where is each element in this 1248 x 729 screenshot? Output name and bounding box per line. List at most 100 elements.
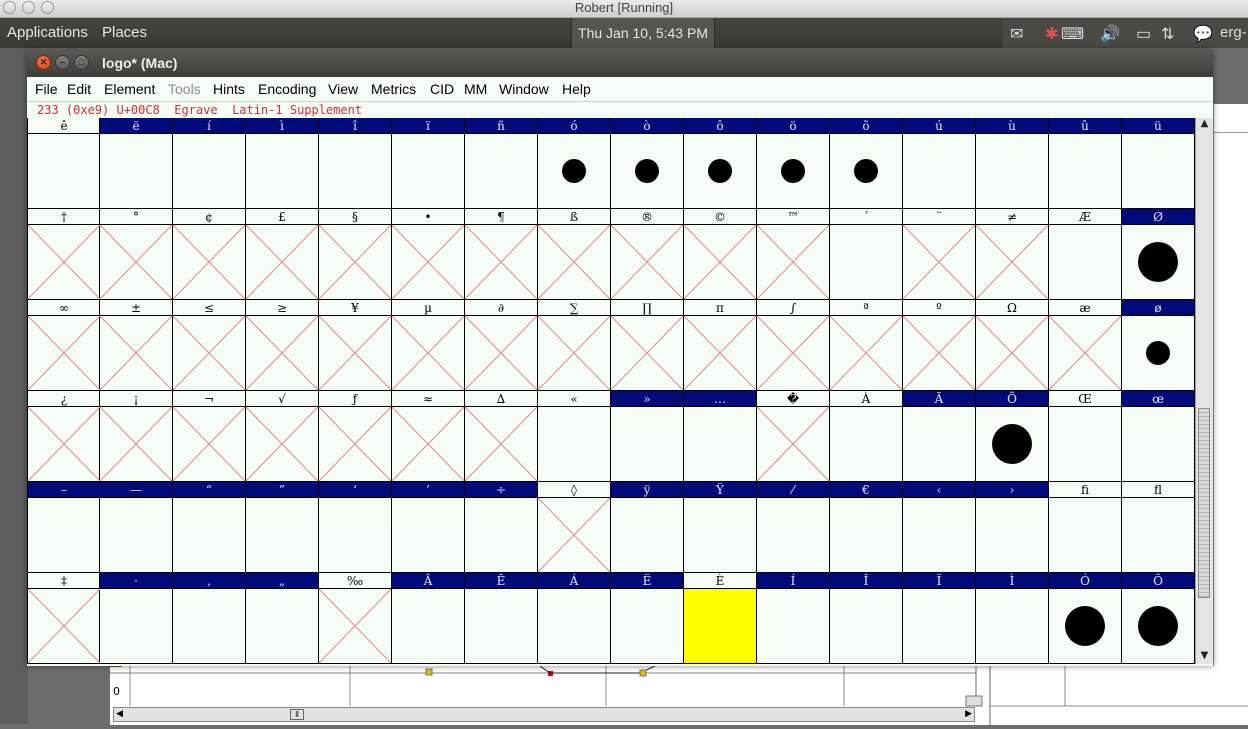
glyph-cell[interactable]: ƒ	[318, 391, 392, 482]
glyph-cell[interactable]: Æ	[1049, 209, 1122, 300]
glyph-cell[interactable]: •	[391, 209, 465, 300]
glyph-cell[interactable]: Â	[392, 573, 465, 664]
glyph-cell[interactable]: ∞	[27, 300, 101, 391]
glyph-cell[interactable]: í	[173, 118, 246, 209]
glyph-cell[interactable]: —	[100, 482, 173, 573]
glyph-cell[interactable]: ü	[1122, 118, 1195, 209]
scroll-up-arrow-icon[interactable]: ▲	[1197, 118, 1212, 132]
glyph-cell[interactable]: ø	[1122, 300, 1195, 391]
menu-view[interactable]: View	[328, 81, 358, 97]
glyph-cell[interactable]: Ó	[1049, 573, 1122, 664]
minimize-icon[interactable]: –	[55, 55, 70, 70]
glyph-cell[interactable]: Ω	[975, 300, 1049, 391]
glyph-cell[interactable]: °	[99, 209, 173, 300]
glyph-cell[interactable]: ∑	[537, 300, 611, 391]
glyph-cell[interactable]: ÿ	[611, 482, 684, 573]
glyph-cell[interactable]: Ÿ	[684, 482, 757, 573]
glyph-cell[interactable]: π	[683, 300, 757, 391]
glyph-cell[interactable]: ⁄	[757, 482, 830, 573]
glyph-cell[interactable]: ∏	[610, 300, 684, 391]
glyph-cell[interactable]: ª	[829, 300, 903, 391]
glyph-cell[interactable]: À	[830, 391, 903, 482]
glyph-cell[interactable]: Õ	[976, 391, 1049, 482]
glyph-cell[interactable]: ”	[246, 482, 319, 573]
glyph-cell[interactable]: û	[1049, 118, 1122, 209]
glyph-cell[interactable]: ≠	[975, 209, 1049, 300]
glyph-cell[interactable]: …	[684, 391, 757, 482]
panel-clock[interactable]: Thu Jan 10, 5:43 PM	[571, 18, 715, 48]
glyph-grid[interactable]: ê ë í ì î ï ñ ó ò ô ö õ ú ù û ü † ° ¢ £ § • ¶ ß ® © ™ ´ ¨ ≠ Æ Ø ∞ ± ≤ ≥ ¥ µ ∂ ∑…	[27, 118, 1195, 664]
glyph-cell[interactable]: Í	[757, 573, 830, 664]
battery-icon[interactable]: ▭	[1136, 24, 1151, 44]
volume-icon[interactable]: 🔊	[1100, 24, 1120, 44]
glyph-cell[interactable]: ◊	[537, 482, 611, 573]
glyph-cell[interactable]: ¡	[99, 391, 173, 482]
glyph-cell[interactable]: ‹	[903, 482, 976, 573]
glyph-cell[interactable]: ≥	[245, 300, 319, 391]
glyph-cell[interactable]: Ø	[1122, 209, 1195, 300]
glyph-cell[interactable]: ï	[392, 118, 465, 209]
glyph-cell[interactable]: ≈	[391, 391, 465, 482]
close-icon[interactable]: ✕	[36, 55, 51, 70]
glyph-cell[interactable]: €	[830, 482, 903, 573]
scroll-down-arrow-icon[interactable]: ▼	[1197, 650, 1212, 664]
background-horizontal-scrollbar[interactable]: ◀ ⫴ ▶	[113, 707, 975, 722]
host-zoom-button[interactable]	[41, 1, 54, 14]
glyph-cell[interactable]: ›	[976, 482, 1049, 573]
glyph-cell[interactable]: õ	[830, 118, 903, 209]
menu-mm[interactable]: MM	[464, 81, 487, 97]
glyph-cell[interactable]: ®	[610, 209, 684, 300]
menu-encoding[interactable]: Encoding	[258, 81, 316, 97]
glyph-cell[interactable]: Ï	[903, 573, 976, 664]
glyph-cell[interactable]: ÷	[465, 482, 538, 573]
glyph-cell[interactable]: √	[245, 391, 319, 482]
chat-icon[interactable]: 💬	[1193, 24, 1213, 44]
grid-vertical-scrollbar[interactable]: ▲ ▼	[1195, 118, 1213, 664]
glyph-cell[interactable]: Î	[830, 573, 903, 664]
glyph-cell[interactable]: ¬	[172, 391, 246, 482]
glyph-cell[interactable]: ﬁ	[1049, 482, 1122, 573]
glyph-cell[interactable]: Ì	[976, 573, 1049, 664]
glyph-cell[interactable]: ‡	[27, 573, 101, 664]
glyph-cell[interactable]: ö	[757, 118, 830, 209]
host-close-button[interactable]	[3, 1, 16, 14]
menu-edit[interactable]: Edit	[67, 81, 91, 97]
glyph-cell[interactable]: ¨	[902, 209, 976, 300]
menu-window[interactable]: Window	[499, 81, 549, 97]
glyph-cell[interactable]: º	[902, 300, 976, 391]
glyph-cell[interactable]: ﬂ	[1122, 482, 1195, 573]
glyph-cell[interactable]: ¶	[464, 209, 538, 300]
applications-menu[interactable]: Applications	[7, 24, 88, 41]
glyph-cell[interactable]: æ	[1048, 300, 1122, 391]
glyph-cell[interactable]: «	[538, 391, 611, 482]
glyph-cell[interactable]: –	[27, 482, 100, 573]
network-icon[interactable]: ⇅	[1161, 24, 1174, 44]
glyph-cell[interactable]: ‘	[319, 482, 392, 573]
glyph-cell[interactable]: ¢	[172, 209, 246, 300]
glyph-cell[interactable]: “	[173, 482, 246, 573]
glyph-cell[interactable]: ‚	[173, 573, 246, 664]
menu-help[interactable]: Help	[562, 81, 591, 97]
scroll-right-arrow-icon[interactable]: ▶	[965, 709, 972, 719]
glyph-cell[interactable]: ∂	[464, 300, 538, 391]
window-titlebar[interactable]: ✕ – □ logo* (Mac)	[27, 50, 1213, 77]
menu-hints[interactable]: Hints	[213, 81, 245, 97]
scroll-left-arrow-icon[interactable]: ◀	[116, 709, 123, 719]
glyph-cell[interactable]: È	[684, 573, 757, 664]
glyph-cell[interactable]: Ô	[1122, 573, 1195, 664]
glyph-cell[interactable]: ·	[100, 573, 173, 664]
glyph-cell[interactable]: ¥	[318, 300, 392, 391]
glyph-cell[interactable]: ≤	[172, 300, 246, 391]
glyph-cell[interactable]: ñ	[465, 118, 538, 209]
menu-tools[interactable]: Tools	[168, 81, 201, 97]
menu-cid[interactable]: CID	[430, 81, 454, 97]
glyph-cell[interactable]: ´	[830, 209, 903, 300]
glyph-cell[interactable]: ò	[611, 118, 684, 209]
glyph-cell[interactable]: †	[27, 209, 101, 300]
glyph-cell[interactable]: ™	[756, 209, 830, 300]
maximize-icon[interactable]: □	[74, 55, 89, 70]
glyph-cell[interactable]: £	[245, 209, 319, 300]
glyph-cell[interactable]: ì	[246, 118, 319, 209]
glyph-cell[interactable]: ©	[683, 209, 757, 300]
scroll-thumb[interactable]	[1198, 408, 1210, 598]
